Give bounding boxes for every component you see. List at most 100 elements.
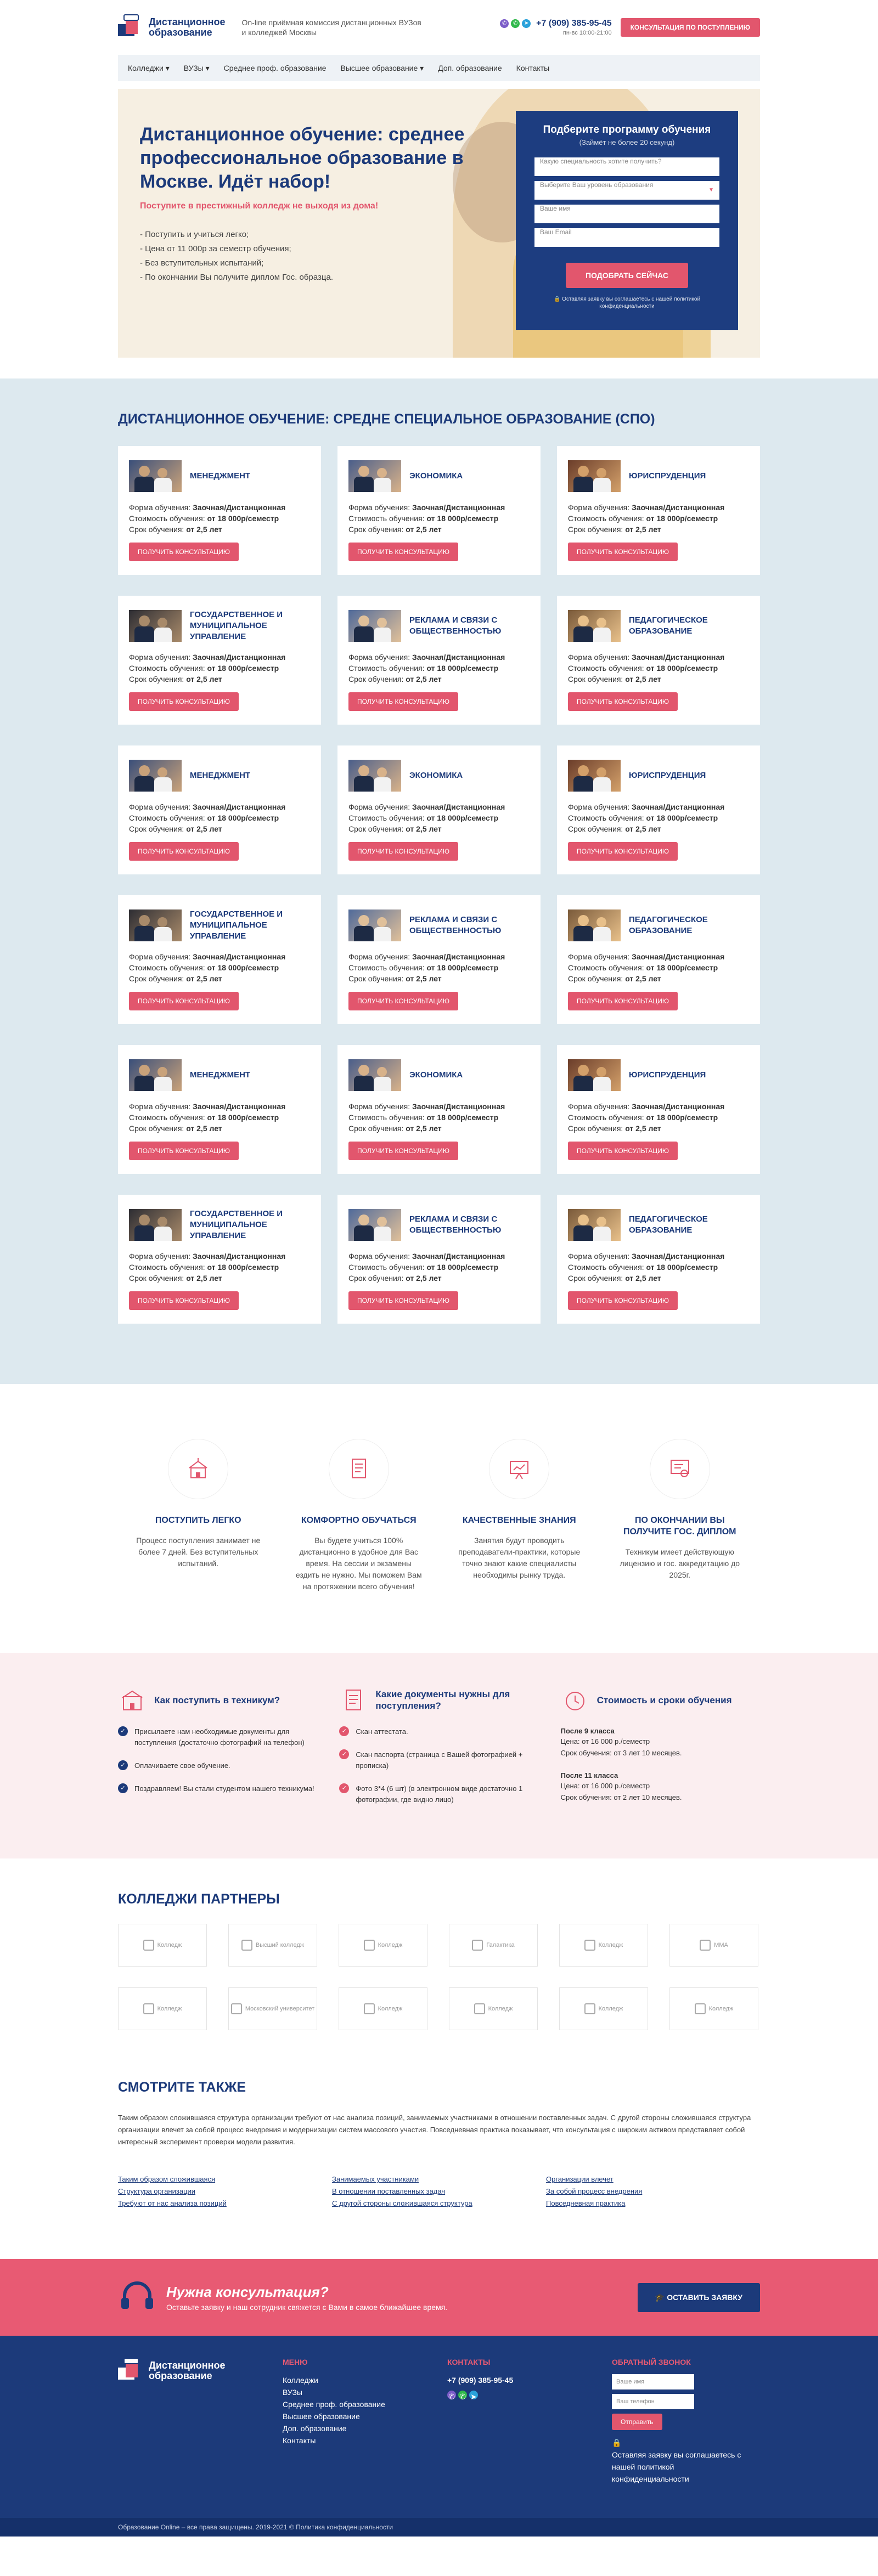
- see-also-link[interactable]: Таким образом сложившаяся: [118, 2173, 332, 2185]
- footer-logo[interactable]: Дистанционное образование: [118, 2358, 283, 2384]
- get-consultation-button[interactable]: Получить консультацию: [129, 543, 239, 561]
- check-icon: ✓: [339, 1749, 350, 1759]
- header-phone[interactable]: +7 (909) 385-95-45: [536, 19, 611, 29]
- price-value: Цена: от 16 000 р./семестр: [560, 1782, 650, 1790]
- crest-icon: [230, 2003, 242, 2014]
- callback-name-input[interactable]: Ваше имя: [612, 2374, 694, 2389]
- get-consultation-button[interactable]: Получить консультацию: [129, 1291, 239, 1310]
- partner-logo[interactable]: Колледж: [559, 1924, 648, 1967]
- hero-bullets: - Поступить и учиться легко; - Цена от 1…: [140, 228, 491, 285]
- footer-phone[interactable]: +7 (909) 385-95-45: [447, 2374, 612, 2386]
- get-consultation-button[interactable]: Получить консультацию: [348, 842, 458, 861]
- logo[interactable]: Дистанционное образование: [118, 14, 225, 41]
- see-also-link[interactable]: Организации влечет: [546, 2173, 760, 2185]
- nav-item-universities[interactable]: ВУЗы ▾: [184, 64, 210, 73]
- hero-bullet: - По окончании Вы получите диплом Гос. о…: [140, 273, 333, 282]
- partner-logo[interactable]: Колледж: [118, 1987, 207, 2030]
- whatsapp-icon[interactable]: ✆: [511, 19, 520, 28]
- program-thumbnail: [129, 460, 182, 492]
- footer-menu-item[interactable]: Контакты: [283, 2434, 447, 2447]
- get-consultation-button[interactable]: Получить консультацию: [568, 692, 678, 711]
- study-term: от 2,5 лет: [406, 974, 442, 983]
- footer-menu-item[interactable]: Среднее проф. образование: [283, 2398, 447, 2410]
- submit-program-button[interactable]: Подобрать сейчас: [566, 263, 688, 288]
- study-cost: от 18 000р/семестр: [426, 1263, 499, 1272]
- study-cost: от 18 000р/семестр: [646, 963, 718, 972]
- specialty-input[interactable]: Какую специальность хотите получить?: [534, 157, 719, 176]
- viber-icon[interactable]: ✆: [447, 2391, 456, 2401]
- get-consultation-button[interactable]: Получить консультацию: [568, 842, 678, 861]
- see-also-link[interactable]: Повседневная практика: [546, 2197, 760, 2210]
- level-select[interactable]: Выберите Ваш уровень образования ▼: [534, 181, 719, 200]
- see-also-link[interactable]: Требуют от нас анализа позиций: [118, 2197, 332, 2210]
- nav-item-higher[interactable]: Высшее образование ▾: [341, 64, 424, 73]
- study-cost: от 18 000р/семестр: [646, 814, 718, 822]
- document-icon: [328, 1439, 389, 1499]
- partners-title: Колледжи партнеры: [118, 1891, 280, 1907]
- partner-logo[interactable]: Московский университет: [228, 1987, 317, 2030]
- crest-icon: [241, 1940, 252, 1951]
- program-thumbnail: [568, 460, 621, 492]
- whatsapp-icon[interactable]: ✆: [458, 2391, 467, 2401]
- program-card: Юриспруденция Форма обучения: Заочная/Ди…: [557, 446, 760, 575]
- get-consultation-button[interactable]: Получить консультацию: [348, 543, 458, 561]
- crest-icon: [472, 1940, 483, 1951]
- get-consultation-button[interactable]: Получить консультацию: [129, 692, 239, 711]
- nav-item-contacts[interactable]: Контакты: [516, 64, 549, 72]
- consultation-button[interactable]: Консультация по поступлению: [620, 18, 760, 37]
- get-consultation-button[interactable]: Получить консультацию: [568, 992, 678, 1010]
- feature-text: Занятия будут проводить преподаватели-пр…: [458, 1536, 581, 1579]
- study-form: Заочная/Дистанционная: [632, 1102, 725, 1111]
- program-card: Менеджмент Форма обучения: Заочная/Диста…: [118, 446, 321, 575]
- study-cost: от 18 000р/семестр: [426, 664, 499, 673]
- partner-logo[interactable]: Колледж: [339, 1987, 427, 2030]
- hero: Дистанционное обучение: среднее професси…: [118, 89, 760, 358]
- telegram-icon[interactable]: ➤: [469, 2391, 478, 2401]
- study-term: от 2,5 лет: [406, 824, 442, 833]
- get-consultation-button[interactable]: Получить консультацию: [348, 692, 458, 711]
- get-consultation-button[interactable]: Получить консультацию: [568, 543, 678, 561]
- callback-phone-input[interactable]: Ваш телефон: [612, 2394, 694, 2409]
- chevron-down-icon: ▼: [708, 187, 714, 193]
- partner-logo[interactable]: Колледж: [669, 1987, 758, 2030]
- see-also-link[interactable]: Структура организации: [118, 2185, 332, 2197]
- viber-icon[interactable]: ✆: [500, 19, 509, 28]
- get-consultation-button[interactable]: Получить консультацию: [348, 1291, 458, 1310]
- program-thumbnail: [568, 610, 621, 642]
- nav-item-additional[interactable]: Доп. образование: [438, 64, 502, 72]
- leave-request-button[interactable]: 🎓 Оставить заявку: [637, 2283, 760, 2312]
- get-consultation-button[interactable]: Получить консультацию: [348, 992, 458, 1010]
- partner-logo[interactable]: Галактика: [449, 1924, 538, 1967]
- partner-logo[interactable]: Колледж: [449, 1987, 538, 2030]
- see-also-link[interactable]: Занимаемых участниками: [332, 2173, 546, 2185]
- study-term: от 2,5 лет: [625, 824, 661, 833]
- partner-logo[interactable]: Высший колледж: [228, 1924, 317, 1967]
- partner-logo[interactable]: Колледж: [339, 1924, 427, 1967]
- get-consultation-button[interactable]: Получить консультацию: [129, 992, 239, 1010]
- program-thumbnail: [348, 460, 401, 492]
- see-also-link[interactable]: За собой процесс внедрения: [546, 2185, 760, 2197]
- get-consultation-button[interactable]: Получить консультацию: [129, 1142, 239, 1160]
- see-also-link[interactable]: С другой стороны сложившаяся структура: [332, 2197, 546, 2210]
- email-input[interactable]: Ваш Email: [534, 228, 719, 247]
- see-also-link[interactable]: В отношении поставленных задач: [332, 2185, 546, 2197]
- partner-logo[interactable]: Колледж: [559, 1987, 648, 2030]
- hero-subtitle: Поступите в престижный колледж не выходя…: [140, 201, 379, 211]
- footer-menu-item[interactable]: Доп. образование: [283, 2422, 447, 2434]
- telegram-icon[interactable]: ➤: [522, 19, 531, 28]
- info-col2-title: Какие документы нужны для поступления?: [375, 1689, 510, 1711]
- nav-item-secondary[interactable]: Среднее проф. образование: [224, 64, 327, 72]
- footer-menu-item[interactable]: Колледжи: [283, 2374, 447, 2386]
- study-form: Заочная/Дистанционная: [412, 1252, 505, 1261]
- nav-item-colleges[interactable]: Колледжи ▾: [128, 64, 170, 73]
- get-consultation-button[interactable]: Получить консультацию: [568, 1142, 678, 1160]
- name-input[interactable]: Ваше имя: [534, 205, 719, 223]
- callback-submit-button[interactable]: Отправить: [612, 2414, 662, 2430]
- get-consultation-button[interactable]: Получить консультацию: [348, 1142, 458, 1160]
- get-consultation-button[interactable]: Получить консультацию: [568, 1291, 678, 1310]
- partner-logo[interactable]: Колледж: [118, 1924, 207, 1967]
- footer-menu-item[interactable]: Высшее образование: [283, 2410, 447, 2422]
- footer-menu-item[interactable]: ВУЗы: [283, 2386, 447, 2398]
- partner-logo[interactable]: ММА: [669, 1924, 758, 1967]
- get-consultation-button[interactable]: Получить консультацию: [129, 842, 239, 861]
